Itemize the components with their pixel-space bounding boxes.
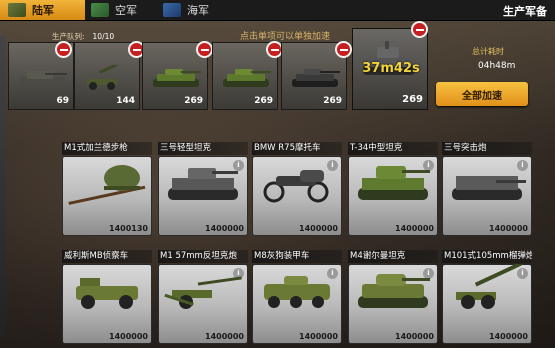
unit-name: 三号突击炮	[442, 142, 532, 155]
unit-name: M1式加兰德步枪	[62, 142, 152, 155]
unit-card[interactable]: 三号突击炮 i 1400000	[442, 142, 532, 236]
assault-gun-icon	[452, 176, 526, 200]
army-flag-icon	[8, 3, 26, 17]
medium-tank-icon	[358, 166, 430, 200]
air-force-flag-icon	[91, 3, 109, 17]
unit-cost: 1400130	[109, 224, 148, 233]
motorcycle-icon	[263, 170, 329, 203]
armored-car-icon	[264, 276, 330, 308]
speedup-hint: 点击单项可以单独加速	[240, 32, 331, 42]
unit-cost: 1400000	[205, 224, 244, 233]
tab-navy[interactable]: 海军	[157, 0, 229, 20]
remove-icon[interactable]	[55, 41, 72, 58]
tab-label: 空军	[115, 4, 137, 17]
queue-slot-count: 269	[323, 96, 342, 106]
remove-icon[interactable]	[196, 41, 213, 58]
unit-cost: 1400000	[205, 332, 244, 341]
queue-slot[interactable]: 269	[281, 41, 352, 110]
unit-cost: 1400000	[489, 224, 528, 233]
dark-tank-icon	[292, 69, 340, 87]
queue-slot[interactable]: 69	[8, 41, 74, 110]
tab-label: 陆军	[32, 4, 54, 17]
side-strip	[0, 36, 6, 336]
remove-icon[interactable]	[335, 41, 352, 58]
unit-card[interactable]: M4谢尔曼坦克 i 1400000	[348, 250, 438, 344]
production-timer: 37m42s	[362, 61, 420, 76]
unit-name: 威利斯MB侦察车	[62, 250, 152, 263]
unit-card[interactable]: M8灰狗装甲车 i 1400000	[252, 250, 342, 344]
unit-name: M1 57mm反坦克炮	[158, 250, 248, 263]
howitzer-icon	[456, 264, 522, 309]
green-tank-icon	[223, 69, 271, 87]
unit-cost: 1400000	[395, 224, 434, 233]
unit-cost: 1400000	[109, 332, 148, 341]
jeep-icon	[76, 278, 138, 309]
unit-card[interactable]: M1 57mm反坦克炮 i 1400000	[158, 250, 248, 344]
unit-name: M101式105mm榴弹炮	[442, 250, 532, 263]
rifle-icon	[68, 165, 146, 205]
unit-name: M4谢尔曼坦克	[348, 250, 438, 263]
queue-slot[interactable]: 269	[142, 41, 213, 110]
page-title: 生产军备	[503, 5, 547, 18]
unit-cost: 1400000	[395, 332, 434, 341]
top-bar: 陆军 空军 海军 生产军备	[0, 0, 555, 21]
remove-icon[interactable]	[411, 21, 428, 38]
queue-slot-count: 269	[184, 96, 203, 106]
navy-flag-icon	[163, 3, 181, 17]
queue-slot-count: 269	[402, 94, 423, 105]
unit-card[interactable]: BMW R75摩托车 i 1400000	[252, 142, 342, 236]
unit-name: T-34中型坦克	[348, 142, 438, 155]
queue-slot-count: 69	[56, 96, 69, 106]
queue-slot[interactable]: 269	[212, 41, 283, 110]
light-tank-icon	[168, 168, 238, 200]
unit-cost: 1400000	[299, 224, 338, 233]
queue-slot-count: 269	[254, 96, 273, 106]
queue-slot[interactable]: 144	[74, 41, 145, 110]
unit-card[interactable]: M101式105mm榴弹炮 i 1400000	[442, 250, 532, 344]
queue-label-text: 生产队列:	[52, 32, 85, 41]
unit-card[interactable]: M1式加兰德步枪 1400130	[62, 142, 152, 236]
total-time-value: 04h48m	[478, 61, 516, 71]
anti-tank-gun-icon	[164, 276, 242, 309]
unit-cost: 1400000	[489, 332, 528, 341]
artillery-gun-icon	[87, 65, 130, 90]
sherman-tank-icon	[358, 274, 430, 308]
unit-name: 三号轻型坦克	[158, 142, 248, 155]
unit-name: M8灰狗装甲车	[252, 250, 342, 263]
green-tank-icon	[153, 69, 201, 87]
unit-cost: 1400000	[299, 332, 338, 341]
tank-destroyer-icon	[19, 71, 67, 86]
active-production-slot[interactable]: 37m42s 269	[352, 21, 428, 110]
queue-count: 10/10	[92, 32, 115, 41]
total-time-label: 总计耗时	[472, 47, 504, 56]
speed-up-all-button[interactable]: 全部加速	[436, 82, 528, 106]
tab-air-force[interactable]: 空军	[85, 0, 157, 20]
unit-card[interactable]: 威利斯MB侦察车 1400000	[62, 250, 152, 344]
unit-card[interactable]: T-34中型坦克 i 1400000	[348, 142, 438, 236]
queue-slot-count: 144	[116, 96, 135, 106]
tab-label: 海军	[187, 4, 209, 17]
tab-ground-forces[interactable]: 陆军	[0, 0, 85, 20]
unit-card[interactable]: 三号轻型坦克 i 1400000	[158, 142, 248, 236]
unit-name: BMW R75摩托车	[252, 142, 342, 155]
